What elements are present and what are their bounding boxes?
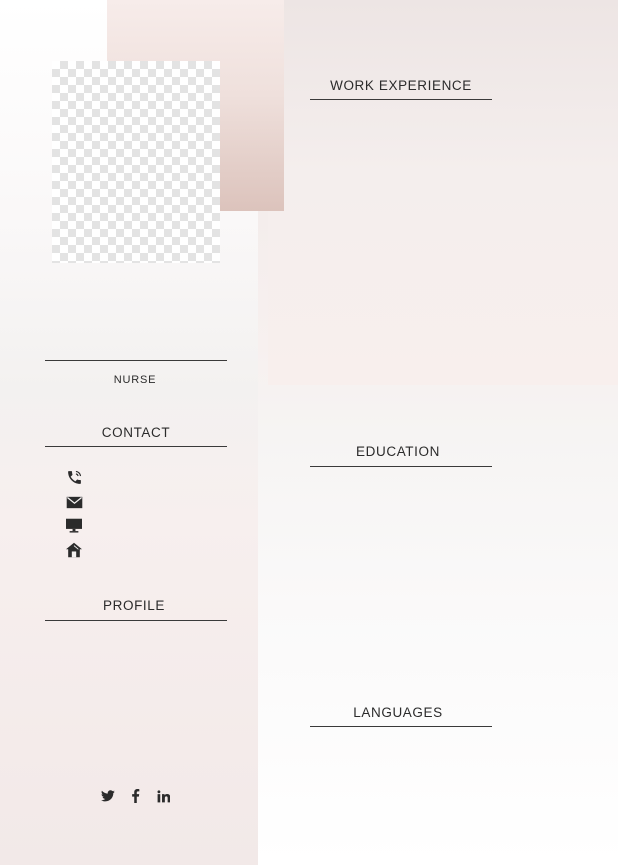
languages-heading: LANGUAGES — [353, 705, 443, 720]
education-divider — [310, 466, 492, 467]
name-divider — [45, 360, 227, 361]
languages-divider — [310, 726, 492, 727]
contact-divider — [45, 446, 227, 447]
header-band — [268, 0, 618, 385]
facebook-icon[interactable] — [127, 788, 143, 804]
twitter-icon[interactable] — [100, 788, 116, 804]
profile-divider — [45, 620, 227, 621]
email-icon — [65, 494, 83, 510]
website-icon — [65, 518, 83, 534]
profile-photo-placeholder[interactable] — [52, 61, 220, 263]
linkedin-icon[interactable] — [155, 788, 171, 804]
phone-icon — [65, 469, 83, 485]
work-experience-divider — [310, 99, 492, 100]
education-heading: EDUCATION — [356, 444, 440, 459]
contact-heading: CONTACT — [101, 425, 171, 440]
job-title: NURSE — [113, 374, 157, 386]
profile-heading: PROFILE — [103, 598, 165, 613]
work-experience-heading: WORK EXPERIENCE — [330, 78, 472, 93]
home-icon — [65, 542, 83, 558]
